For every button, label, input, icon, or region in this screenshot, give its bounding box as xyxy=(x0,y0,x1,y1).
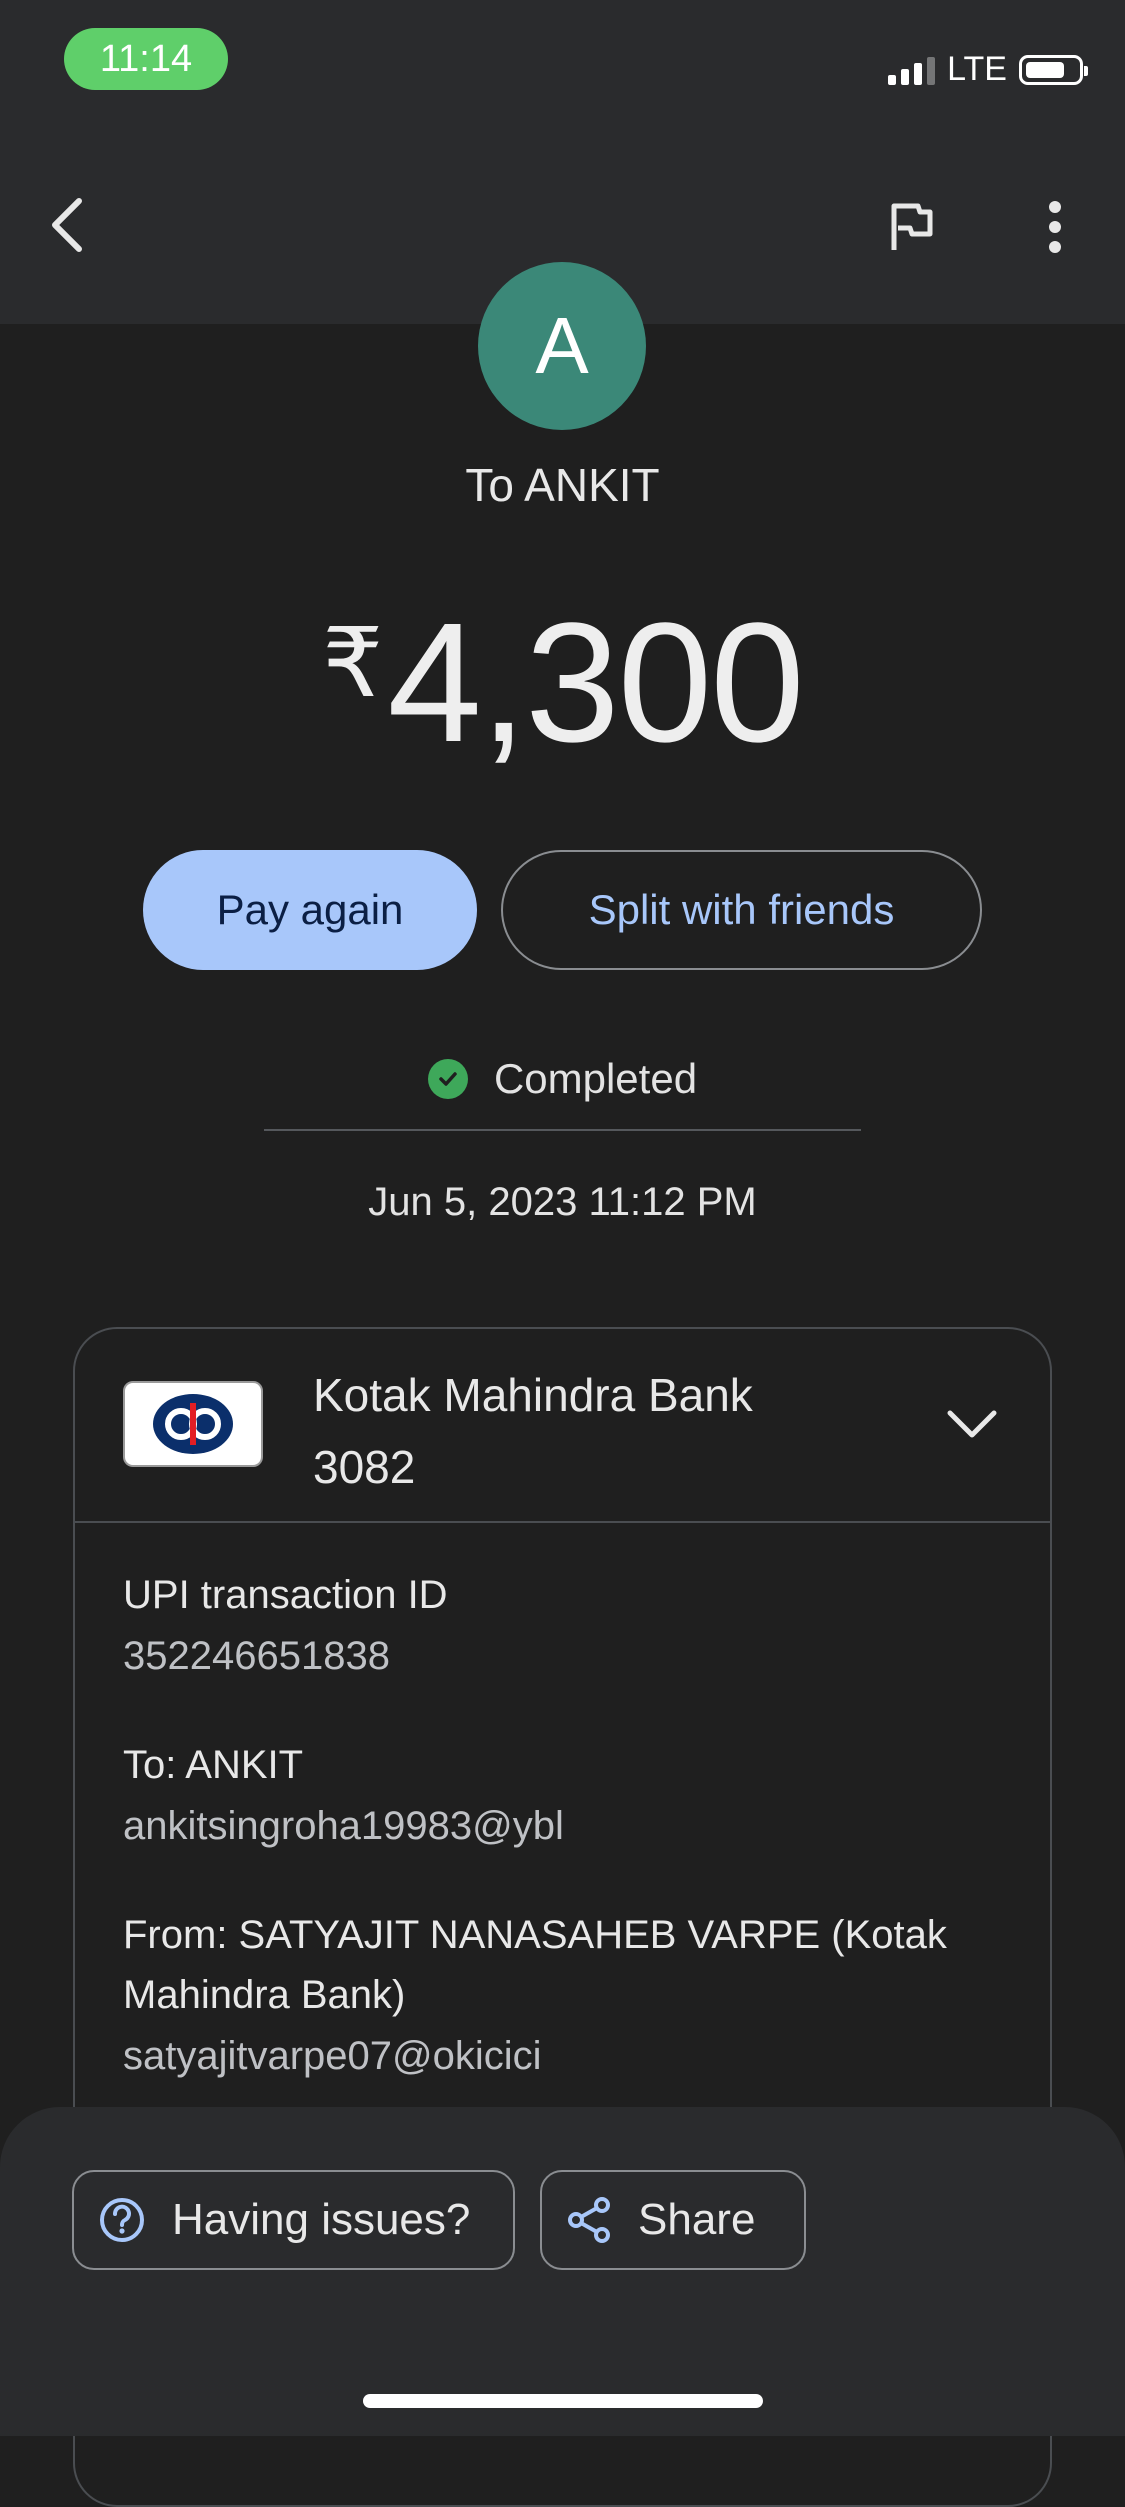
report-button[interactable] xyxy=(876,192,946,262)
bottom-action-bar: Having issues? Share xyxy=(0,2107,1125,2436)
split-with-friends-button[interactable]: Split with friends xyxy=(501,850,982,970)
detail-label: From: SATYAJIT NANASAHEB VARPE (Kotak Ma… xyxy=(123,1913,947,2017)
share-button[interactable]: Share xyxy=(540,2170,806,2270)
detail-value: ankitsingroha19983@ybl xyxy=(123,1804,564,1848)
amount: ₹4,300 xyxy=(0,585,1125,781)
status-bar: 11:14 LTE xyxy=(0,0,1125,110)
flag-icon xyxy=(891,203,933,250)
check-circle-icon xyxy=(427,1059,468,1099)
share-icon xyxy=(568,2197,610,2243)
bank-account-info: Kotak Mahindra Bank 3082 xyxy=(313,1359,753,1503)
chevron-left-icon xyxy=(52,198,82,252)
share-label: Share xyxy=(638,2195,756,2244)
amount-value: 4,300 xyxy=(387,588,804,778)
detail-upi-id: UPI transaction ID 352246651838 xyxy=(123,1565,1003,1687)
detail-value: 352246651838 xyxy=(123,1634,390,1678)
more-vertical-icon xyxy=(1049,201,1061,253)
status-text: Completed xyxy=(493,1055,698,1102)
divider xyxy=(264,1129,861,1131)
detail-value: satyajitvarpe07@okicici xyxy=(123,2034,542,2078)
detail-label: UPI transaction ID xyxy=(123,1573,448,1617)
signal-icon xyxy=(888,55,936,85)
bank-logo-icon xyxy=(123,1381,263,1467)
status-indicators: LTE xyxy=(888,50,1088,89)
back-button[interactable] xyxy=(32,190,102,260)
pay-again-button[interactable]: Pay again xyxy=(143,850,477,970)
home-indicator[interactable] xyxy=(363,2394,763,2408)
detail-to: To: ANKIT ankitsingroha19983@ybl xyxy=(123,1735,1003,1857)
bank-name: Kotak Mahindra Bank xyxy=(313,1369,753,1421)
account-suffix: 3082 xyxy=(313,1441,416,1493)
help-circle-icon xyxy=(100,2198,144,2242)
payee-name: To ANKIT xyxy=(465,459,660,511)
battery-icon xyxy=(1019,54,1088,85)
chevron-down-icon xyxy=(947,1410,997,1438)
transaction-status: Completed xyxy=(0,1055,1125,1103)
currency-symbol: ₹ xyxy=(322,610,384,717)
expand-button[interactable] xyxy=(942,1393,1002,1453)
having-issues-label: Having issues? xyxy=(172,2195,471,2244)
bank-account-row[interactable]: Kotak Mahindra Bank 3082 xyxy=(75,1329,1050,1523)
avatar: A xyxy=(478,262,646,430)
status-time: 11:14 xyxy=(64,28,228,90)
transaction-datetime: Jun 5, 2023 11:12 PM xyxy=(368,1180,757,1224)
detail-from: From: SATYAJIT NANASAHEB VARPE (Kotak Ma… xyxy=(123,1905,1003,2087)
having-issues-button[interactable]: Having issues? xyxy=(72,2170,515,2270)
more-options-button[interactable] xyxy=(1020,192,1090,262)
network-label: LTE xyxy=(947,50,1007,88)
detail-label: To: ANKIT xyxy=(123,1743,304,1787)
